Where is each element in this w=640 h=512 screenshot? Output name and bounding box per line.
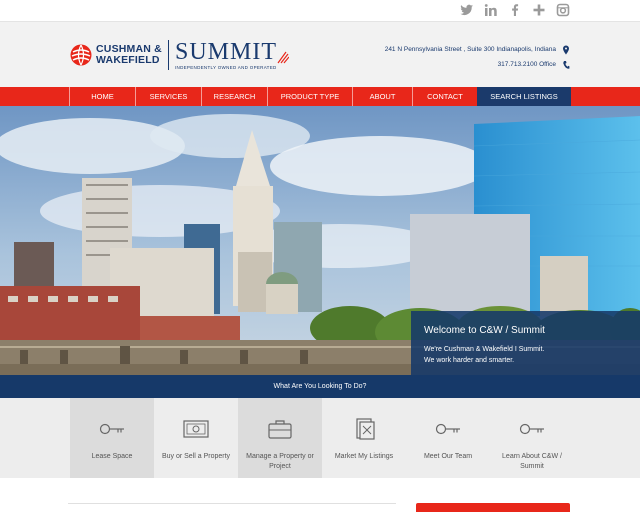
social-bar — [0, 0, 640, 22]
facebook-icon[interactable] — [508, 3, 522, 17]
instagram-icon[interactable] — [556, 3, 570, 17]
nav-services[interactable]: SERVICES — [135, 87, 201, 106]
sidebar-box-header — [416, 503, 570, 512]
nav-contact[interactable]: CONTACT — [412, 87, 477, 106]
tile-lease-space[interactable]: Lease Space — [70, 398, 154, 478]
what-are-you-looking-bar: What Are You Looking To Do? — [0, 375, 640, 398]
service-tiles: Lease Space Buy or Sell a Property Manag… — [70, 398, 574, 478]
tile-label: Learn About C&W / Summit — [502, 453, 562, 470]
key-icon — [519, 423, 544, 435]
phone-text[interactable]: 317.713.2100 Office — [498, 57, 556, 72]
cw-wordmark: CUSHMAN & WAKEFIELD — [96, 44, 162, 66]
address-text: 241 N Pennsylvania Street , Suite 300 In… — [384, 46, 556, 53]
summit-peak-icon — [277, 51, 289, 64]
site-logo[interactable]: CUSHMAN & WAKEFIELD SUMMIT INDEPENDENTLY… — [70, 38, 289, 72]
cw-globe-logo-icon — [70, 44, 92, 66]
services-section: Lease Space Buy or Sell a Property Manag… — [0, 398, 640, 478]
google-plus-icon[interactable] — [532, 3, 546, 17]
tile-label: Lease Space — [91, 453, 133, 460]
tile-label: Buy or Sell a Property — [161, 453, 231, 460]
tile-label: Market My Listings — [334, 453, 394, 460]
section-divider — [68, 503, 396, 504]
nav-search-listings[interactable]: SEARCH LISTINGS — [477, 87, 571, 106]
page: CUSHMAN & WAKEFIELD SUMMIT INDEPENDENTLY… — [0, 0, 640, 512]
nav-research[interactable]: RESEARCH — [201, 87, 267, 106]
nav-items: HOME SERVICES RESEARCH PRODUCT TYPE ABOU… — [69, 87, 571, 106]
nav-product-type[interactable]: PRODUCT TYPE — [267, 87, 352, 106]
summit-word: SUMMIT — [174, 39, 277, 65]
contact-block: 241 N Pennsylvania Street , Suite 300 In… — [385, 42, 570, 72]
documents-icon — [356, 418, 375, 440]
key-icon — [435, 423, 460, 435]
money-icon — [183, 420, 209, 438]
map-pin-icon — [563, 45, 569, 54]
twitter-icon[interactable] — [460, 3, 474, 17]
summit-wordmark: SUMMIT INDEPENDENTLY OWNED AND OPERATED — [175, 40, 289, 70]
tile-buy-or-sell[interactable]: Buy or Sell a Property — [154, 398, 238, 478]
content-section — [0, 478, 640, 512]
summit-tagline: INDEPENDENTLY OWNED AND OPERATED — [174, 65, 277, 70]
social-icons — [460, 3, 570, 17]
welcome-line-1: We're Cushman & Wakefield I Summit. — [424, 346, 545, 353]
linkedin-icon[interactable] — [484, 3, 498, 17]
tile-learn-about[interactable]: Learn About C&W / Summit — [490, 398, 574, 478]
logo-divider — [167, 40, 169, 70]
address-line: 241 N Pennsylvania Street , Suite 300 In… — [385, 42, 570, 57]
tile-market-listings[interactable]: Market My Listings — [322, 398, 406, 478]
site-header: CUSHMAN & WAKEFIELD SUMMIT INDEPENDENTLY… — [0, 22, 640, 87]
key-icon — [99, 423, 124, 435]
welcome-panel: Welcome to C&W / Summit We're Cushman & … — [411, 311, 640, 375]
briefcase-icon — [268, 420, 292, 439]
phone-line: 317.713.2100 Office — [385, 57, 570, 72]
tile-label: Manage a Property or Project — [246, 453, 314, 470]
cw-wordmark-line2: WAKEFIELD — [96, 54, 160, 66]
tile-manage-property[interactable]: Manage a Property or Project — [238, 398, 322, 478]
tile-label: Meet Our Team — [423, 453, 473, 460]
main-nav: HOME SERVICES RESEARCH PRODUCT TYPE ABOU… — [0, 87, 640, 106]
phone-icon — [563, 60, 570, 69]
welcome-title: Welcome to C&W / Summit — [424, 325, 545, 336]
tile-meet-our-team[interactable]: Meet Our Team — [406, 398, 490, 478]
welcome-line-2: We work harder and smarter. — [424, 357, 515, 364]
nav-home[interactable]: HOME — [69, 87, 135, 106]
hero-banner: Welcome to C&W / Summit We're Cushman & … — [0, 106, 640, 375]
nav-about[interactable]: ABOUT — [352, 87, 412, 106]
